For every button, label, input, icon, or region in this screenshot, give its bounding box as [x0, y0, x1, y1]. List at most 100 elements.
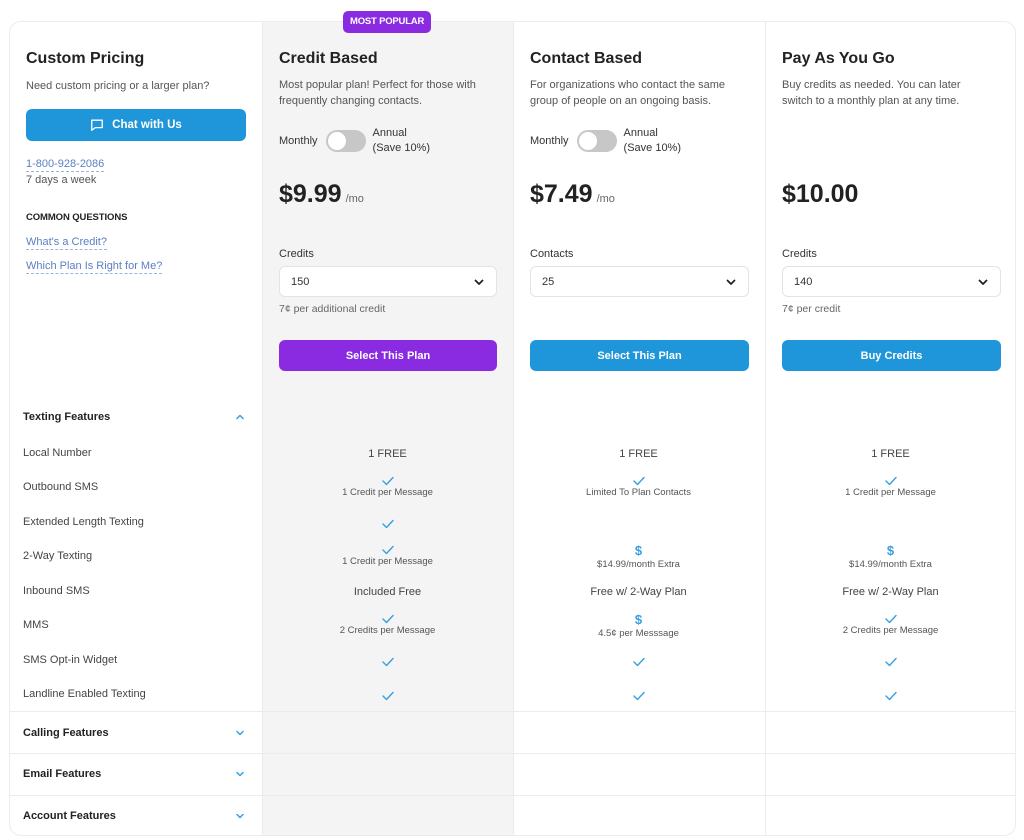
- buy-credits-button[interactable]: Buy Credits: [782, 340, 1001, 371]
- check-icon: [381, 691, 394, 701]
- select-value: 150: [291, 275, 310, 288]
- chat-with-us-button[interactable]: Chat with Us: [26, 109, 246, 141]
- feature-cell: [513, 652, 764, 667]
- chevron-up-icon[interactable]: [234, 411, 246, 423]
- feature-value: Free w/ 2-Way Plan: [590, 586, 687, 598]
- check-icon: [632, 657, 645, 667]
- common-questions-heading: COMMON QUESTIONS: [26, 212, 128, 223]
- feature-cell: [513, 686, 764, 701]
- credits-select[interactable]: 140: [782, 266, 1001, 297]
- feature-detail: Limited To Plan Contacts: [586, 487, 691, 498]
- feature-row: 2-Way Texting 1 Credit per Message $ $14.99…: [10, 543, 1015, 579]
- feature-name: Local Number: [23, 447, 92, 459]
- plan-description: Most popular plan! Perfect for those wit…: [279, 77, 497, 109]
- check-icon: [884, 657, 897, 667]
- availability-text: 7 days a week: [26, 174, 97, 186]
- phone-link[interactable]: 1-800-928-2086: [26, 158, 105, 172]
- select-plan-button[interactable]: Select This Plan: [279, 340, 497, 371]
- plan-description-line: switch to a monthly plan at any time.: [782, 95, 960, 107]
- credits-select[interactable]: 150: [279, 266, 497, 297]
- feature-detail: 4.5¢ per Messsage: [598, 628, 679, 639]
- plan-title: Pay As You Go: [782, 50, 895, 67]
- feature-row: MMS 2 Credits per Message $4.5¢ per Messsa…: [10, 611, 1015, 648]
- toggle-annual-label: Annual (Save 10%): [624, 126, 681, 156]
- section-divider: [10, 795, 1015, 796]
- annual-label: Annual: [372, 127, 407, 139]
- billing-period-toggle[interactable]: [325, 130, 366, 152]
- select-plan-button[interactable]: Select This Plan: [530, 340, 749, 371]
- feature-cell: 2 Credits per Message: [765, 611, 1015, 636]
- price-unit: /mo: [345, 193, 364, 205]
- feature-detail: 1 Credit per Message: [845, 487, 936, 498]
- dollar-icon: $: [634, 543, 643, 558]
- plan-description-line: frequently changing contacts.: [279, 95, 423, 107]
- feature-cell: 1 Credit per Message: [765, 473, 1015, 498]
- plan-description-line: Most popular plan! Perfect for those wit…: [279, 79, 476, 91]
- plan-price: $10.00: [782, 180, 858, 209]
- billing-toggle-row: Monthly Annual (Save 10%): [279, 126, 430, 156]
- feature-row: SMS Opt-in Widget: [10, 649, 1015, 683]
- plan-title: Contact Based: [530, 50, 643, 67]
- feature-value: Free w/ 2-Way Plan: [842, 586, 939, 598]
- section-account-features[interactable]: Account Features: [10, 805, 1015, 827]
- section-label: Account Features: [23, 810, 116, 822]
- contacts-label: Contacts: [530, 248, 574, 260]
- feature-cell: [262, 686, 513, 701]
- plan-description-line: Buy credits as needed. You can later: [782, 79, 961, 91]
- check-icon: [381, 545, 394, 555]
- feature-row: Extended Length Texting: [10, 511, 1015, 545]
- section-texting-features[interactable]: Texting Features: [10, 406, 1015, 428]
- feature-cell: Free w/ 2-Way Plan: [765, 586, 1015, 598]
- annual-label: Annual: [623, 127, 658, 139]
- feature-cell: 1 FREE: [765, 448, 1015, 460]
- chat-button-label: Chat with Us: [112, 119, 182, 131]
- price-amount: $10.00: [782, 180, 859, 208]
- check-icon: [381, 657, 394, 667]
- section-label: Texting Features: [23, 411, 111, 423]
- question-link-which-plan[interactable]: Which Plan Is Right for Me?: [26, 260, 163, 274]
- plan-description-line: For organizations who contact the same: [530, 79, 726, 91]
- feature-cell: Free w/ 2-Way Plan: [513, 586, 764, 598]
- billing-period-toggle[interactable]: [576, 130, 617, 152]
- feature-detail: 1 Credit per Message: [342, 487, 433, 498]
- feature-detail: 2 Credits per Message: [842, 625, 939, 636]
- chevron-down-icon[interactable]: [234, 768, 246, 780]
- section-calling-features[interactable]: Calling Features: [10, 722, 1015, 744]
- plan-price: $9.99 /mo: [279, 180, 364, 209]
- custom-pricing-title: Custom Pricing: [26, 50, 145, 67]
- feature-name: SMS Opt-in Widget: [23, 654, 118, 666]
- feature-detail: $14.99/month Extra: [849, 559, 932, 570]
- question-link-credit[interactable]: What's a Credit?: [26, 236, 107, 250]
- feature-cell: [262, 514, 513, 529]
- billing-toggle-row: Monthly Annual (Save 10%): [530, 126, 681, 156]
- feature-row: Inbound SMS Included Free Free w/ 2-Way Pl…: [10, 580, 1015, 614]
- most-popular-badge: MOST POPULAR: [343, 11, 432, 33]
- price-amount: $9.99: [279, 180, 342, 208]
- plan-description-line: group of people on an ongoing basis.: [530, 95, 712, 107]
- feature-cell: [262, 652, 513, 667]
- credits-label: Credits: [279, 248, 314, 260]
- check-icon: [884, 476, 897, 486]
- custom-pricing-desc: Need custom pricing or a larger plan?: [26, 80, 210, 92]
- feature-detail: 1 Credit per Message: [342, 556, 433, 567]
- dollar-icon: $: [634, 612, 643, 627]
- toggle-annual-label: Annual (Save 10%): [373, 126, 430, 156]
- chevron-down-icon: [978, 279, 988, 285]
- feature-value: 1 FREE: [368, 448, 407, 460]
- feature-detail: $14.99/month Extra: [597, 559, 680, 570]
- feature-name: MMS: [23, 619, 49, 631]
- feature-name: Inbound SMS: [23, 585, 90, 597]
- contacts-select[interactable]: 25: [530, 266, 749, 297]
- toggle-monthly-label: Monthly: [279, 135, 318, 147]
- feature-cell: 1 FREE: [262, 448, 513, 460]
- feature-cell: 1 Credit per Message: [262, 473, 513, 498]
- credits-label: Credits: [782, 248, 817, 260]
- plan-description: Buy credits as needed. You can later swi…: [782, 77, 1001, 109]
- feature-name: Landline Enabled Texting: [23, 688, 146, 700]
- plan-description: For organizations who contact the same g…: [530, 77, 749, 109]
- chevron-down-icon: [726, 279, 736, 285]
- section-email-features[interactable]: Email Features: [10, 763, 1015, 785]
- chevron-down-icon[interactable]: [234, 810, 246, 822]
- chevron-down-icon[interactable]: [234, 727, 246, 739]
- feature-name: Extended Length Texting: [23, 516, 144, 528]
